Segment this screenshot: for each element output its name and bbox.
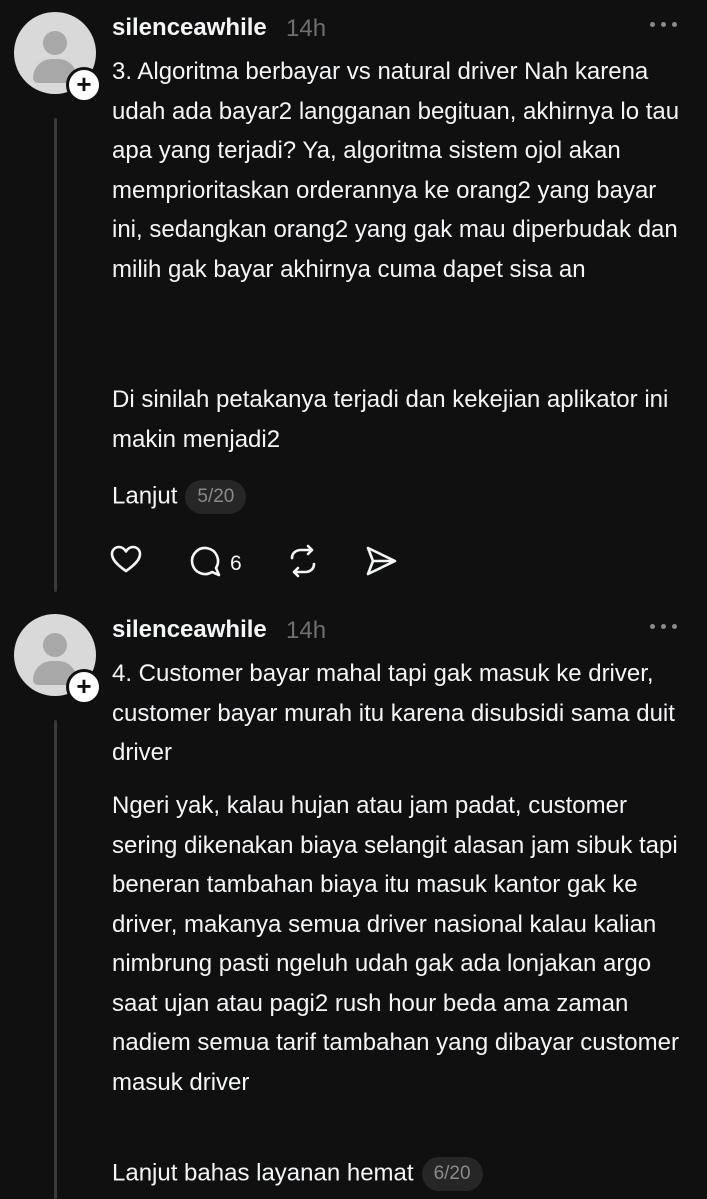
continue-label: Lanjut 5/20 xyxy=(112,480,247,514)
repost-icon xyxy=(290,544,316,578)
more-icon[interactable] xyxy=(650,616,678,636)
continue-text: Lanjut xyxy=(112,482,178,510)
repost-button[interactable] xyxy=(286,544,320,578)
comment-icon xyxy=(190,546,221,577)
post-text-paragraph-2: Ngeri yak, kalau hujan atau jam padat, c… xyxy=(112,792,679,1096)
post-text-paragraph-1: 4. Customer bayar mahal tapi gak masuk k… xyxy=(112,660,675,766)
thread-counter-badge: 5/20 xyxy=(185,480,247,514)
follow-plus-icon[interactable]: + xyxy=(66,67,102,103)
thread-post-2: + silenceawhile 14h 4. Customer bayar ma… xyxy=(0,602,707,1199)
thread-post-1: + silenceawhile 14h 3. Algoritma berbaya… xyxy=(0,0,707,600)
thread-line xyxy=(54,118,57,592)
post-text-paragraph-1: 3. Algoritma berbayar vs natural driver … xyxy=(112,58,680,283)
continue-label: Lanjut bahas layanan hemat 6/20 xyxy=(112,1157,483,1191)
post-time: 14h xyxy=(286,15,327,42)
post-time: 14h xyxy=(286,617,327,644)
more-icon[interactable] xyxy=(650,14,678,34)
reply-button[interactable] xyxy=(188,544,222,578)
post-text-paragraph-2: Di sinilah petakanya terjadi dan kekejia… xyxy=(112,386,669,453)
avatar-head xyxy=(43,633,67,657)
continue-text: Lanjut bahas layanan hemat xyxy=(112,1159,414,1187)
like-button[interactable] xyxy=(110,544,142,576)
share-button[interactable] xyxy=(364,544,398,578)
follow-plus-icon[interactable]: + xyxy=(66,669,102,705)
share-icon xyxy=(366,546,397,576)
thread-line xyxy=(54,720,57,1199)
heart-icon xyxy=(110,545,142,573)
reply-count: 6 xyxy=(230,552,242,575)
username[interactable]: silenceawhile xyxy=(112,14,267,42)
avatar-head xyxy=(43,31,67,55)
username[interactable]: silenceawhile xyxy=(112,616,267,644)
thread-counter-badge: 6/20 xyxy=(421,1157,483,1191)
